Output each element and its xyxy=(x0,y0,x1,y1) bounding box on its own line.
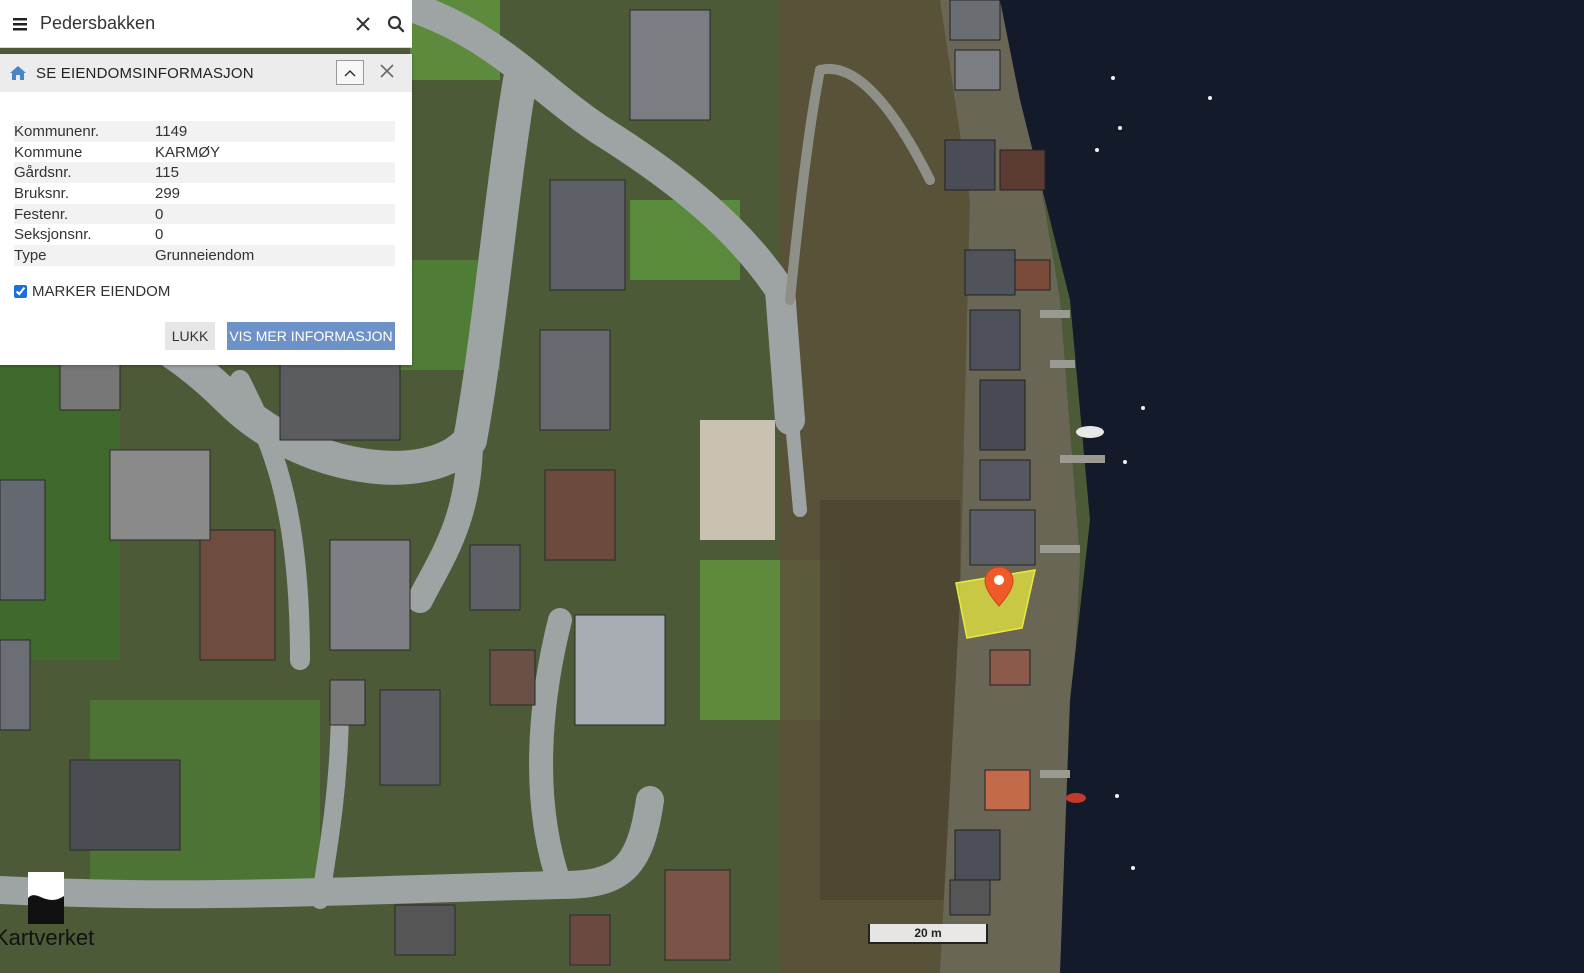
info-row: Type Grunneiendom xyxy=(14,245,395,266)
collapse-button[interactable] xyxy=(336,60,364,85)
mark-property-checkbox[interactable] xyxy=(14,285,27,298)
home-icon xyxy=(0,65,36,81)
property-info-panel: SE EIENDOMSINFORMASJON Kommunenr. 1149 Kom… xyxy=(0,54,412,365)
mark-property-label[interactable]: MARKER EIENDOM xyxy=(32,283,170,300)
logo-text: Kartverket xyxy=(0,925,95,950)
info-key: Gårdsnr. xyxy=(14,164,72,182)
search-input[interactable] xyxy=(40,3,346,44)
info-key: Festenr. xyxy=(14,205,69,223)
panel-title: SE EIENDOMSINFORMASJON xyxy=(36,64,254,82)
location-pin-icon[interactable] xyxy=(984,566,1014,608)
search-icon[interactable] xyxy=(379,4,412,44)
info-key: Bruksnr. xyxy=(14,184,70,202)
info-value: 0 xyxy=(155,226,164,244)
search-bar xyxy=(0,0,412,48)
kartverket-logo: Kartverket xyxy=(0,870,110,950)
panel-close-button[interactable] xyxy=(377,61,397,81)
info-value: 0 xyxy=(155,205,164,223)
info-key: Type xyxy=(14,246,47,264)
chevron-up-icon xyxy=(344,69,356,77)
logo-mark xyxy=(28,872,64,924)
mark-property-row: MARKER EIENDOM xyxy=(14,283,170,300)
scale-label: 20 m xyxy=(914,926,942,940)
info-value: 299 xyxy=(155,184,181,202)
info-key: Kommune xyxy=(14,143,83,161)
show-more-info-button[interactable]: VIS MER INFORMASJON xyxy=(227,322,395,350)
info-value: Grunneiendom xyxy=(155,246,255,264)
info-row: Gårdsnr. 115 xyxy=(14,162,395,184)
scale-bar: 20 m xyxy=(868,924,988,944)
close-icon xyxy=(380,64,394,78)
info-key: Kommunenr. xyxy=(14,122,100,140)
info-row: Kommune KARMØY xyxy=(14,142,395,163)
info-row: Festenr. 0 xyxy=(14,203,395,225)
info-row: Bruksnr. 299 xyxy=(14,183,395,204)
info-value: KARMØY xyxy=(155,143,221,161)
property-info-table: Kommunenr. 1149 Kommune KARMØY Gårdsnr. 115 Br… xyxy=(14,121,395,266)
clear-search-icon[interactable] xyxy=(346,4,379,44)
panel-header: SE EIENDOMSINFORMASJON xyxy=(0,54,412,92)
info-key: Seksjonsnr. xyxy=(14,226,92,244)
close-button[interactable]: LUKK xyxy=(165,322,215,350)
info-value: 115 xyxy=(155,164,179,182)
info-value: 1149 xyxy=(155,122,188,140)
info-row: Kommunenr. 1149 xyxy=(14,121,395,142)
info-row: Seksjonsnr. 0 xyxy=(14,224,395,245)
menu-icon[interactable] xyxy=(0,17,40,31)
